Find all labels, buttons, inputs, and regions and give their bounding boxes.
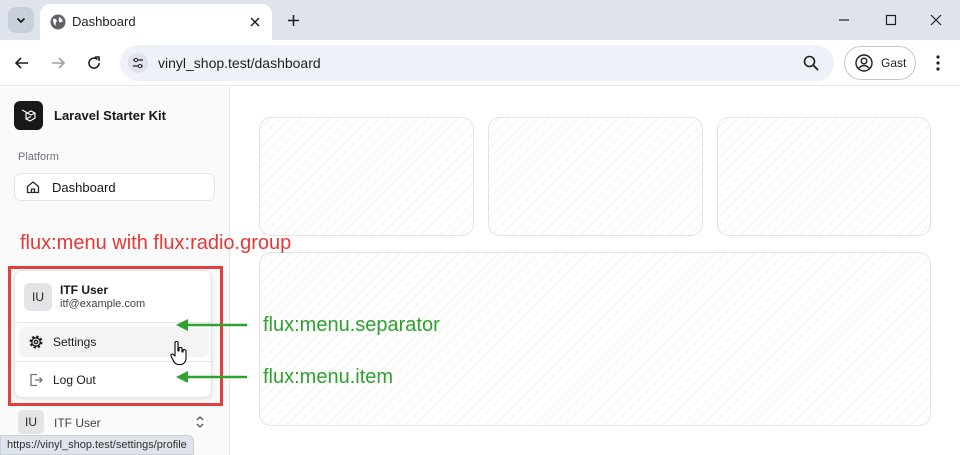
maximize-icon [885,14,897,26]
address-bar[interactable]: vinyl_shop.test/dashboard [120,45,834,81]
user-trigger-name: ITF User [54,416,101,430]
close-tab-button[interactable] [246,13,264,31]
minimize-icon [839,19,849,21]
nav-section-heading: Platform [18,151,59,163]
status-bar-url: https://vinyl_shop.test/settings/profile [0,435,194,455]
globe-icon [50,14,66,30]
brand-name[interactable]: Laravel Starter Kit [54,108,166,123]
url-text: vinyl_shop.test/dashboard [158,55,321,71]
avatar: IU [18,410,44,434]
profile-label: Gast [881,56,907,70]
home-icon [26,181,40,194]
profile-button[interactable]: Gast [844,46,916,80]
reload-icon [88,56,100,69]
tune-icon [133,57,143,69]
sidebar-item-label: Dashboard [52,180,116,195]
hand-cursor-icon [170,340,187,366]
annotation-separator-label: flux:menu.separator [263,314,440,336]
annotation-title: flux:menu with flux:radio.group [20,232,292,254]
chevron-down-icon [16,17,26,24]
close-icon [930,14,942,26]
minimize-button[interactable] [826,6,862,34]
reload-button[interactable] [82,51,106,75]
tab-title: Dashboard [72,14,136,29]
forward-icon [52,57,66,69]
tab-dashboard[interactable]: Dashboard [40,4,272,40]
brand-logo[interactable] [14,101,43,130]
user-menu-trigger[interactable]: IU ITF User [14,409,215,435]
profile-icon [855,54,873,72]
browser-menu-button[interactable] [928,52,948,74]
annotation-highlight-box [8,266,223,406]
annotation-item-label: flux:menu.item [263,366,394,388]
forward-button[interactable] [46,51,70,75]
new-tab-button[interactable] [282,9,304,31]
laravel-logo-icon [21,109,36,122]
zoom-icon[interactable] [802,54,820,72]
site-info-button[interactable] [128,53,148,73]
browser-toolbar: vinyl_shop.test/dashboard Gast [0,40,960,86]
plus-icon [287,14,299,26]
placeholder-card [488,117,703,236]
placeholder-card [259,117,474,236]
close-window-button[interactable] [918,6,954,34]
chevrons-up-down-icon [196,416,204,428]
browser-tabstrip: Dashboard [0,0,960,40]
close-icon [250,17,260,27]
back-icon [14,57,28,69]
more-vert-icon [936,55,940,71]
sidebar-item-dashboard[interactable]: Dashboard [14,173,215,201]
placeholder-card [717,117,931,236]
placeholder-panel [259,252,931,426]
tab-search-button[interactable] [8,7,34,33]
maximize-button[interactable] [873,6,909,34]
back-button[interactable] [10,51,34,75]
